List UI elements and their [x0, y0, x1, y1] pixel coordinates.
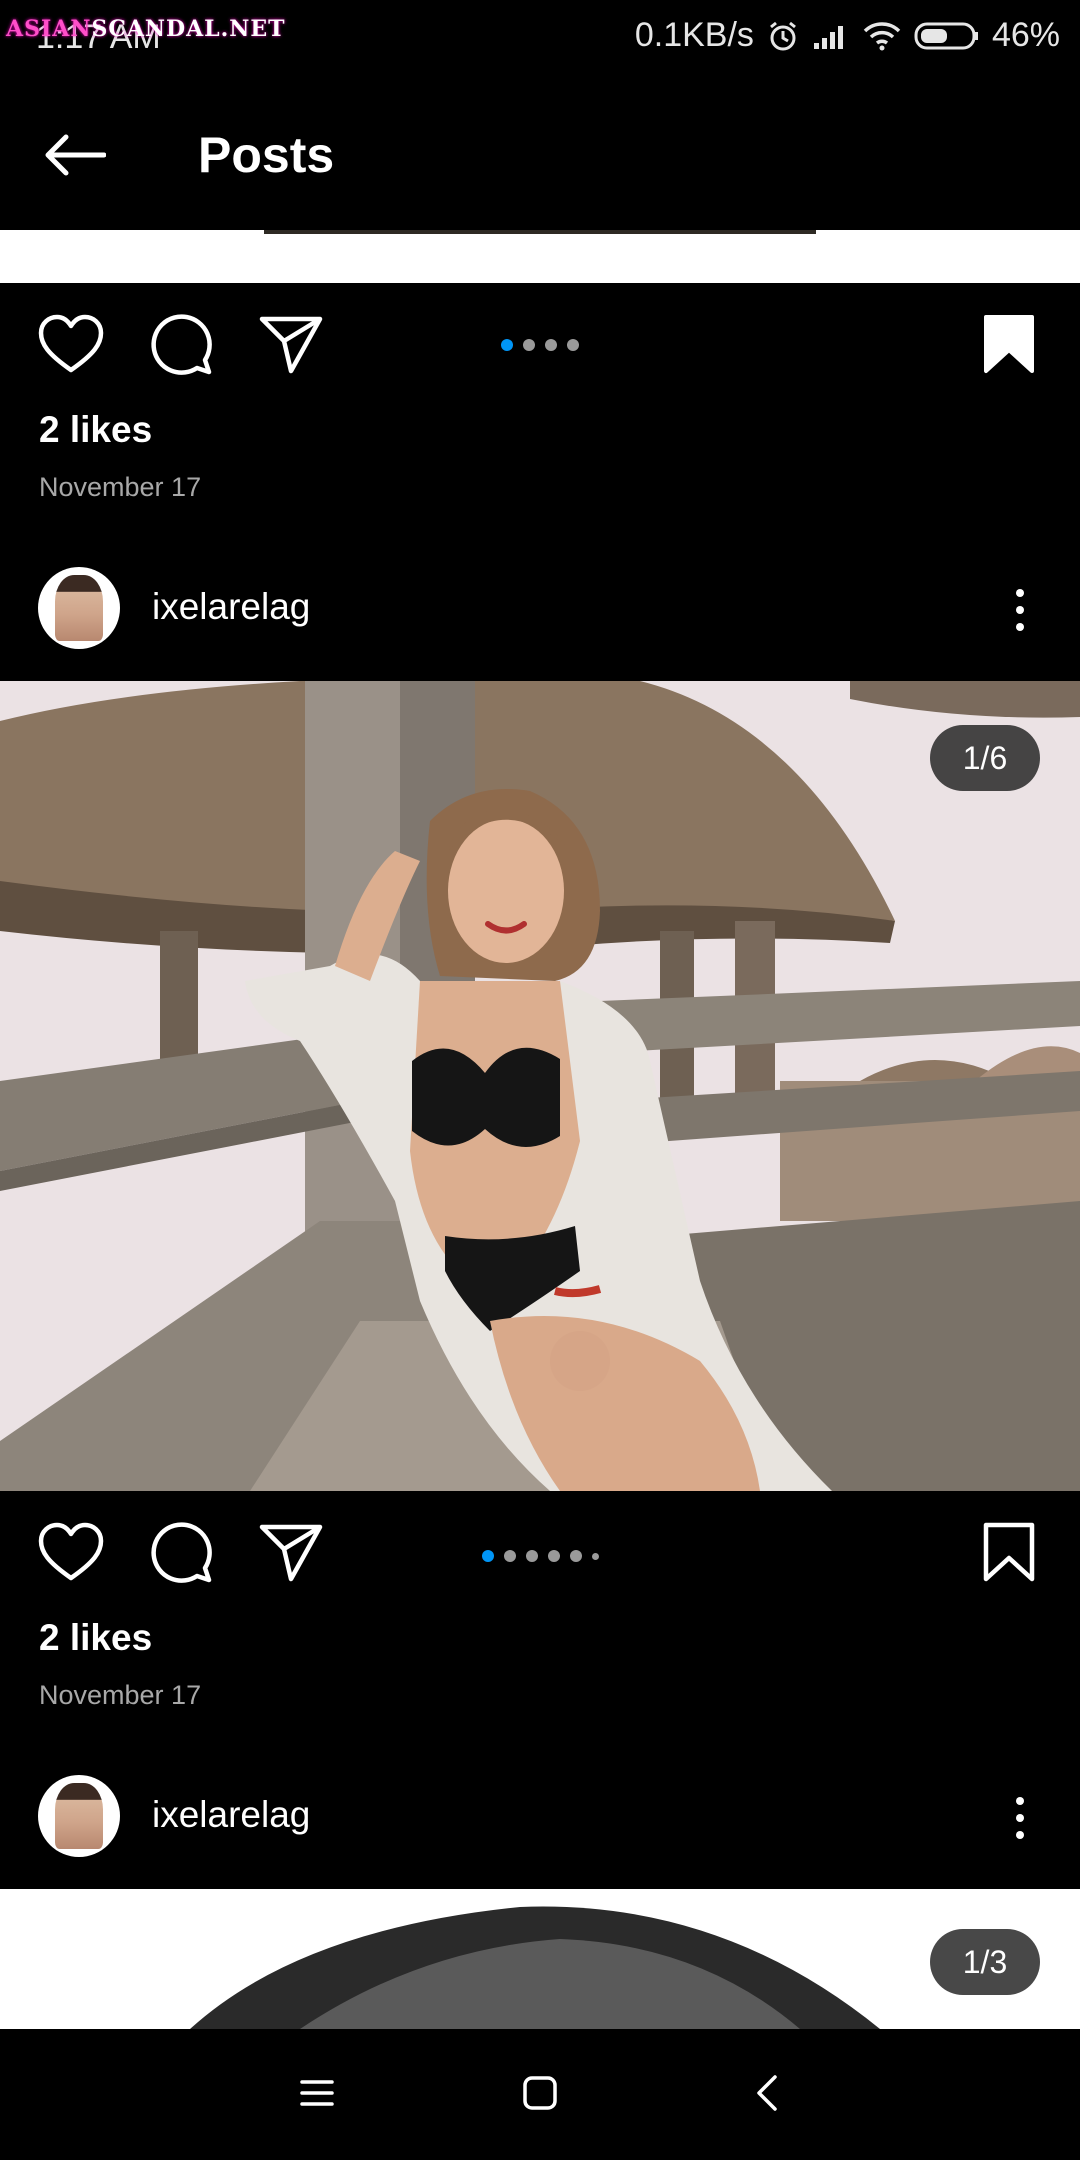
- home-button[interactable]: [510, 2065, 570, 2125]
- watermark-part1: ASIAN: [6, 16, 92, 42]
- carousel-counter: 1/3: [930, 1929, 1040, 1995]
- post-date: November 17: [39, 1680, 202, 1710]
- carousel-dot: [547, 1550, 560, 1562]
- image-edge: [264, 230, 816, 234]
- save-button[interactable]: [976, 313, 1042, 379]
- recent-apps-button[interactable]: [287, 2065, 347, 2125]
- watermark: ASIANSCANDAL.NET: [6, 16, 286, 42]
- more-dot-icon: [1016, 623, 1024, 631]
- carousel-dot: [503, 1550, 516, 1562]
- more-dot-icon: [1016, 589, 1024, 597]
- app-header: Posts: [0, 80, 1080, 230]
- post-date: November 17: [39, 472, 202, 502]
- post-header: ixelarelag: [0, 1758, 1080, 1878]
- carousel-dot: [525, 1550, 538, 1562]
- bookmark-filled-icon: [983, 314, 1035, 379]
- carousel-counter: 1/6: [930, 725, 1040, 791]
- back-arrow-icon: [44, 133, 107, 182]
- menu-icon: [299, 2078, 335, 2113]
- carousel-dot: [545, 339, 557, 351]
- avatar[interactable]: [38, 567, 120, 649]
- chevron-left-icon: [755, 2074, 779, 2117]
- bookmark-icon: [983, 1522, 1035, 1587]
- likes-count[interactable]: 2 likes: [39, 409, 152, 451]
- watermark-part2: SCANDAL.NET: [91, 16, 286, 42]
- save-button[interactable]: [976, 1521, 1042, 1587]
- likes-count[interactable]: 2 likes: [39, 1617, 152, 1659]
- more-dot-icon: [1016, 1797, 1024, 1805]
- wifi-icon: [862, 20, 902, 52]
- more-options-button[interactable]: [1000, 582, 1040, 638]
- avatar[interactable]: [38, 1775, 120, 1857]
- post-photo[interactable]: 1/6: [0, 681, 1080, 1491]
- page-title: Posts: [198, 127, 335, 183]
- post-actions: [0, 1497, 1080, 1607]
- avatar-image: [55, 575, 103, 641]
- more-options-button[interactable]: [1000, 1790, 1040, 1846]
- alarm-icon: [766, 19, 800, 53]
- username[interactable]: ixelarelag: [152, 586, 310, 628]
- post-photo[interactable]: 1/3: [0, 1889, 1080, 2029]
- carousel-indicator: [0, 339, 1080, 351]
- system-nav-bar: [0, 2029, 1080, 2160]
- carousel-dot: [523, 339, 535, 351]
- more-dot-icon: [1016, 1831, 1024, 1839]
- more-dot-icon: [1016, 606, 1024, 614]
- carousel-dot: [591, 1552, 599, 1560]
- avatar-image: [55, 1783, 103, 1849]
- status-icons: 0.1KB/s 46%: [635, 16, 1060, 55]
- battery-level: 46%: [991, 16, 1060, 54]
- carousel-indicator: [0, 1550, 1080, 1562]
- signal-icon: [812, 21, 850, 51]
- more-dot-icon: [1016, 1814, 1024, 1822]
- square-icon: [522, 2075, 558, 2116]
- back-button[interactable]: [40, 122, 110, 192]
- photo-illustration: [0, 681, 1080, 1491]
- post-actions: [0, 289, 1080, 399]
- photo-illustration: [0, 1889, 1080, 2029]
- post-header: ixelarelag: [0, 550, 1080, 670]
- carousel-dot: [569, 1550, 582, 1562]
- username[interactable]: ixelarelag: [152, 1794, 310, 1836]
- system-back-button[interactable]: [737, 2065, 797, 2125]
- carousel-dot: [501, 339, 513, 351]
- battery-icon: [914, 21, 980, 51]
- carousel-dot: [567, 339, 579, 351]
- network-speed: 0.1KB/s: [634, 16, 754, 54]
- previous-post-image[interactable]: [0, 230, 1080, 283]
- status-bar: 1:17 AM ASIANSCANDAL.NET 0.1KB/s 46%: [0, 0, 1080, 80]
- carousel-dot: [481, 1550, 494, 1562]
